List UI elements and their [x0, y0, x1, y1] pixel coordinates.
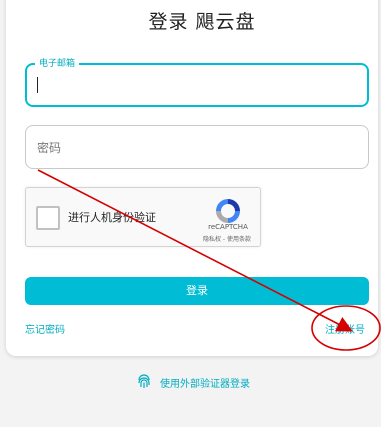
recaptcha-logo-icon: [216, 199, 240, 223]
recaptcha-widget: 进行人机身份验证 reCAPTCHA 隐私权 - 使用条款: [25, 187, 261, 247]
captcha-checkbox[interactable]: [36, 206, 60, 230]
register-link[interactable]: 注册账号: [325, 321, 365, 336]
recaptcha-brand: reCAPTCHA: [208, 223, 248, 231]
email-field-label: 电子邮箱: [35, 57, 80, 71]
page-title: 登录 飓云盘: [148, 11, 256, 33]
text-cursor: [37, 77, 38, 93]
recaptcha-links[interactable]: 隐私权 - 使用条款: [194, 234, 260, 243]
password-placeholder: 密码: [37, 141, 62, 155]
captcha-label: 进行人机身份验证: [68, 211, 156, 224]
email-field[interactable]: 电子邮箱: [25, 57, 369, 107]
external-auth-link[interactable]: 使用外部验证器登录: [136, 373, 250, 391]
forgot-password-link[interactable]: 忘记密码: [25, 321, 65, 336]
login-button[interactable]: 登录: [25, 277, 369, 305]
login-page: 登录 飓云盘 电子邮箱 密码 进行人机身份验证 reCAPTCHA 隐私权 - …: [0, 0, 381, 427]
fingerprint-icon: [138, 374, 150, 388]
external-auth-label: 使用外部验证器登录: [160, 378, 250, 390]
password-field[interactable]: 密码: [25, 125, 369, 169]
